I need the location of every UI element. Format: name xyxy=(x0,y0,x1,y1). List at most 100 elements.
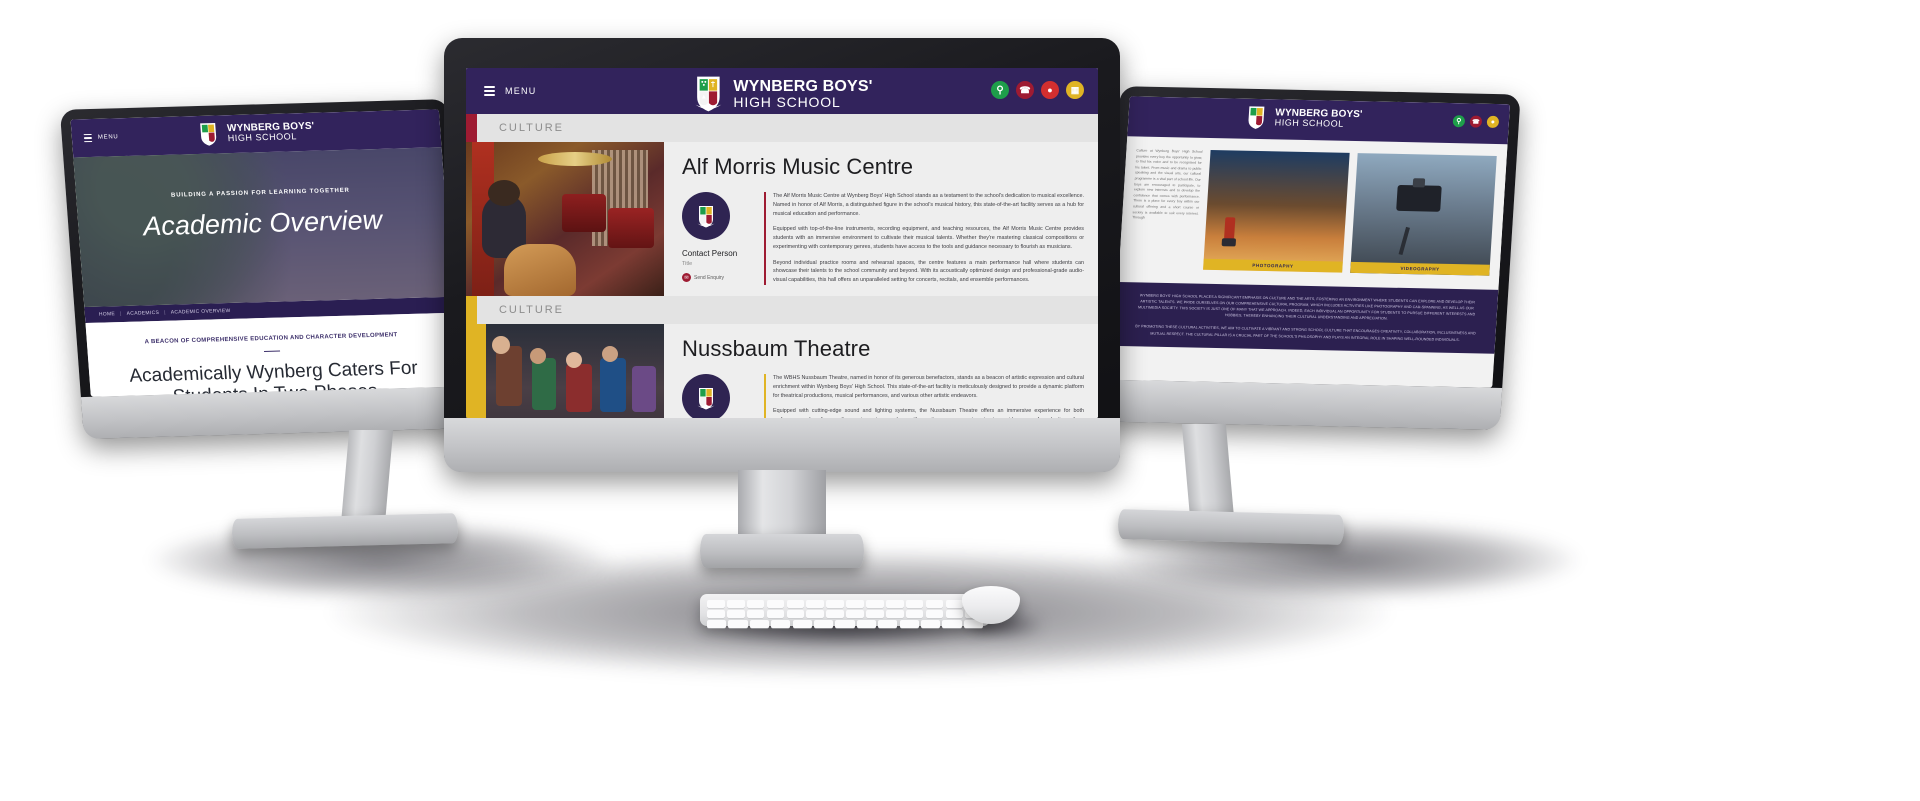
center-site: MENU WYNBERG BOYS' HIGH SCHOOL ⚲ ☎ ● ▦ C… xyxy=(466,68,1098,418)
key[interactable] xyxy=(866,600,884,608)
send-enquiry-label: Send Enquiry xyxy=(694,274,725,281)
key[interactable] xyxy=(905,610,924,619)
key[interactable] xyxy=(707,600,725,608)
key[interactable] xyxy=(866,610,884,619)
key[interactable] xyxy=(885,610,904,619)
right-card-grid: PHOTOGRAPHY VIDEOGRAPHY xyxy=(1203,149,1497,276)
key[interactable] xyxy=(726,600,745,608)
key[interactable] xyxy=(925,610,944,619)
key[interactable] xyxy=(771,620,791,629)
key[interactable] xyxy=(899,620,919,629)
right-monitor-screen: WYNBERG BOYS' HIGH SCHOOL ⚲ ☎ ● Culture … xyxy=(1111,96,1511,388)
divider xyxy=(264,350,281,353)
right-body: Culture at Wynberg Boys' High School pro… xyxy=(1118,136,1508,276)
calendar-icon[interactable]: ▦ xyxy=(1066,81,1084,99)
school-crest xyxy=(1244,105,1268,130)
right-side-text: Culture at Wynberg Boys' High School pro… xyxy=(1132,148,1203,220)
key[interactable] xyxy=(806,610,825,619)
center-menu-button[interactable]: MENU xyxy=(484,86,537,96)
feature-title: Alf Morris Music Centre xyxy=(682,154,914,179)
key[interactable] xyxy=(826,600,844,608)
school-crest xyxy=(197,121,221,147)
feature-title: Nussbaum Theatre xyxy=(682,336,871,361)
key[interactable] xyxy=(746,610,765,619)
left-site: MENU WYNBERG BOYS' HIGH SCHOOL BUILDING … xyxy=(70,109,460,397)
breadcrumb-academics[interactable]: ACADEMICS xyxy=(127,310,160,317)
right-purple-section: WYNBERG BOYS' HIGH SCHOOL PLACES A SIGNI… xyxy=(1114,281,1499,354)
feature-copy: The Alf Morris Music Centre at Wynberg B… xyxy=(764,192,1084,285)
key[interactable] xyxy=(707,620,727,629)
center-brand[interactable]: WYNBERG BOYS' HIGH SCHOOL xyxy=(691,75,872,113)
school-crest xyxy=(697,387,715,409)
center-brand-line2: HIGH SCHOOL xyxy=(733,94,841,111)
key[interactable] xyxy=(945,610,964,619)
key[interactable] xyxy=(728,620,748,629)
location-pin-icon[interactable]: ● xyxy=(1041,81,1059,99)
contact-card: Contact Person Title ✉ Send Enquiry xyxy=(682,192,750,285)
avatar xyxy=(682,374,730,418)
feature-nussbaum-theatre: Nussbaum Theatre The WBHS Nussbaum Theat… xyxy=(466,324,1098,418)
right-brand-text: WYNBERG BOYS' HIGH SCHOOL xyxy=(1274,107,1362,129)
key[interactable] xyxy=(746,600,765,608)
center-brand-line1: WYNBERG BOYS' xyxy=(733,77,873,95)
left-intro-kicker: A BEACON OF COMPREHENSIVE EDUCATION AND … xyxy=(144,332,398,346)
key[interactable] xyxy=(806,600,825,608)
key[interactable] xyxy=(878,620,898,629)
hamburger-icon xyxy=(484,86,495,96)
school-crest xyxy=(691,75,725,113)
key[interactable] xyxy=(766,610,785,619)
search-icon[interactable]: ⚲ xyxy=(1452,115,1466,128)
left-intro-section: A BEACON OF COMPREHENSIVE EDUCATION AND … xyxy=(85,312,460,397)
send-enquiry-button[interactable]: ✉ Send Enquiry xyxy=(682,273,750,282)
left-brand[interactable]: WYNBERG BOYS' HIGH SCHOOL xyxy=(197,119,316,147)
right-brand[interactable]: WYNBERG BOYS' HIGH SCHOOL xyxy=(1244,105,1363,132)
card-caption: VIDEOGRAPHY xyxy=(1350,261,1490,276)
key[interactable] xyxy=(921,620,941,629)
key[interactable] xyxy=(885,600,904,608)
left-monitor: MENU WYNBERG BOYS' HIGH SCHOOL BUILDING … xyxy=(59,99,473,439)
list-item[interactable]: PHOTOGRAPHY xyxy=(1203,149,1350,273)
band-culture-1: CULTURE xyxy=(466,114,1098,142)
feature-paragraph: Equipped with cutting-edge sound and lig… xyxy=(773,408,1084,418)
key[interactable] xyxy=(846,600,864,608)
key[interactable] xyxy=(945,600,964,608)
band-label: CULTURE xyxy=(499,122,564,134)
key[interactable] xyxy=(856,620,877,629)
center-navbar: MENU WYNBERG BOYS' HIGH SCHOOL ⚲ ☎ ● ▦ xyxy=(466,68,1098,114)
key[interactable] xyxy=(835,620,855,629)
left-hero-text: BUILDING A PASSION FOR LEARNING TOGETHER… xyxy=(76,185,448,244)
key[interactable] xyxy=(726,610,745,619)
search-icon[interactable]: ⚲ xyxy=(991,81,1009,99)
key[interactable] xyxy=(814,620,834,629)
keyboard-row xyxy=(707,600,984,608)
wireless-keyboard[interactable] xyxy=(700,594,990,629)
key[interactable] xyxy=(792,620,812,629)
key[interactable] xyxy=(766,600,785,608)
key[interactable] xyxy=(925,600,944,608)
phone-icon[interactable]: ☎ xyxy=(1016,81,1034,99)
band-culture-2: CULTURE xyxy=(466,296,1098,324)
left-brand-text: WYNBERG BOYS' HIGH SCHOOL xyxy=(227,121,316,144)
feature-paragraph: The Alf Morris Music Centre at Wynberg B… xyxy=(773,193,1084,217)
key[interactable] xyxy=(826,610,844,619)
key[interactable] xyxy=(905,600,924,608)
left-menu-button[interactable]: MENU xyxy=(83,133,119,143)
keyboard-row xyxy=(707,620,984,629)
list-item[interactable]: VIDEOGRAPHY xyxy=(1350,153,1497,276)
key[interactable] xyxy=(786,600,805,608)
phone-icon[interactable]: ☎ xyxy=(1469,115,1483,128)
breadcrumb-home[interactable]: HOME xyxy=(99,311,116,317)
right-navbar: WYNBERG BOYS' HIGH SCHOOL ⚲ ☎ ● xyxy=(1127,96,1511,145)
accent-rule xyxy=(764,192,766,285)
scene-root: MENU WYNBERG BOYS' HIGH SCHOOL BUILDING … xyxy=(0,0,1920,801)
key[interactable] xyxy=(786,610,805,619)
key[interactable] xyxy=(749,620,770,629)
feature-body: Alf Morris Music Centre Contact Person T… xyxy=(664,142,1098,296)
feature-columns: Contact Person Title ✉ Send Enquiry The … xyxy=(682,374,1084,418)
card-caption: PHOTOGRAPHY xyxy=(1203,258,1343,273)
key[interactable] xyxy=(707,610,725,619)
key[interactable] xyxy=(942,620,962,629)
key[interactable] xyxy=(846,610,864,619)
left-menu-label: MENU xyxy=(97,134,119,141)
location-pin-icon[interactable]: ● xyxy=(1486,115,1500,129)
